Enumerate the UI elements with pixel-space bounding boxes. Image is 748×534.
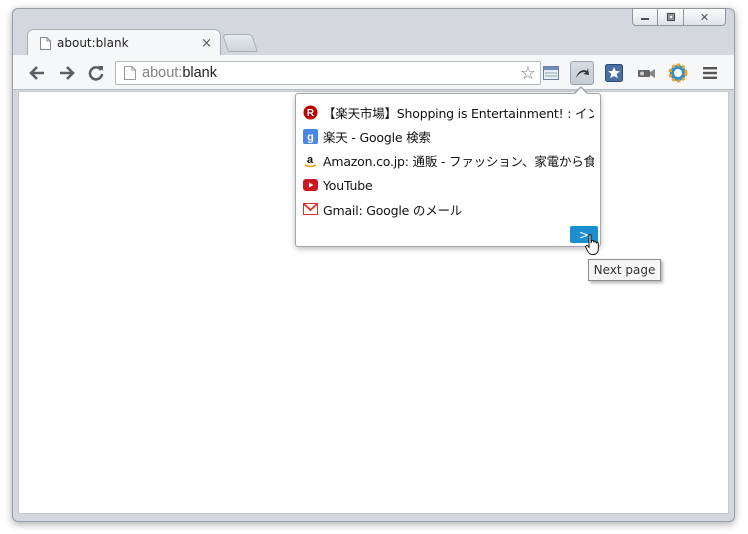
minimize-button[interactable]: [632, 8, 658, 26]
list-item[interactable]: g 楽天 - Google 検索: [302, 126, 594, 146]
hand-cursor-icon: [585, 234, 599, 255]
page-icon: [124, 66, 136, 80]
list-item-label: YouTube: [323, 177, 373, 193]
forward-arrow-icon: [60, 66, 75, 80]
svg-text:a: a: [306, 154, 313, 166]
list-item[interactable]: YouTube: [302, 175, 594, 195]
restore-button[interactable]: [658, 8, 684, 26]
restore-icon: [666, 12, 675, 22]
svg-text:R: R: [306, 108, 314, 119]
chrome-menu-button[interactable]: [698, 61, 722, 85]
extension-button-history[interactable]: [570, 61, 594, 85]
google-favicon: g: [302, 128, 318, 144]
list-item[interactable]: a Amazon.co.jp: 通販 - ファッション、家電から食品: [302, 150, 594, 170]
window-list-icon: [543, 66, 559, 80]
tab-title: about:blank: [57, 36, 129, 50]
list-item-label: Amazon.co.jp: 通販 - ファッション、家電から食品: [323, 153, 594, 169]
blue-gear-icon: [668, 63, 688, 83]
camera-icon: [638, 69, 655, 78]
forward-button[interactable]: [55, 62, 79, 84]
list-item-label: 楽天 - Google 検索: [323, 129, 431, 145]
extension-button-bookmark[interactable]: [602, 61, 626, 85]
youtube-favicon: [302, 177, 318, 193]
toolbar: about:blank ☆: [13, 55, 734, 90]
extension-button-1[interactable]: [539, 61, 563, 85]
next-page-tooltip: Next page: [588, 259, 661, 281]
list-item-label: Gmail: Google のメール: [323, 202, 463, 218]
url-scheme: about:: [142, 65, 183, 81]
address-bar[interactable]: about:blank ☆: [115, 61, 541, 85]
rakuten-favicon: R: [302, 104, 318, 120]
svg-text:g: g: [307, 131, 314, 143]
history-arrow-icon: [576, 68, 589, 78]
star-bookmark-icon: [605, 64, 623, 82]
gmail-favicon: [302, 201, 318, 217]
hamburger-menu-icon: [703, 67, 717, 79]
close-icon: ✕: [699, 10, 710, 24]
page-icon: [40, 36, 51, 50]
list-item[interactable]: R 【楽天市場】Shopping is Entertainment! : イン: [302, 102, 594, 122]
back-button[interactable]: [25, 62, 49, 84]
tab-about-blank[interactable]: about:blank ×: [27, 29, 221, 56]
close-window-button[interactable]: ✕: [684, 8, 726, 26]
back-arrow-icon: [29, 66, 44, 80]
reload-button[interactable]: [84, 62, 108, 84]
amazon-favicon: a: [302, 152, 318, 168]
url-rest: blank: [182, 65, 217, 81]
popup-arrow-inner: [574, 88, 588, 95]
new-tab-button[interactable]: [222, 34, 258, 52]
minimize-icon: [641, 18, 649, 20]
list-item[interactable]: Gmail: Google のメール: [302, 199, 594, 219]
tab-close-icon[interactable]: ×: [201, 36, 212, 51]
extension-button-camera[interactable]: [634, 61, 658, 85]
extension-button-gear[interactable]: [666, 61, 690, 85]
reload-icon: [88, 66, 104, 81]
window-caption-buttons: ✕: [632, 8, 726, 26]
list-item-label: 【楽天市場】Shopping is Entertainment! : イン: [323, 105, 594, 121]
history-popup: R 【楽天市場】Shopping is Entertainment! : イン …: [295, 93, 601, 247]
bookmark-star-icon[interactable]: ☆: [520, 63, 536, 84]
url-text: about:blank: [142, 65, 217, 81]
